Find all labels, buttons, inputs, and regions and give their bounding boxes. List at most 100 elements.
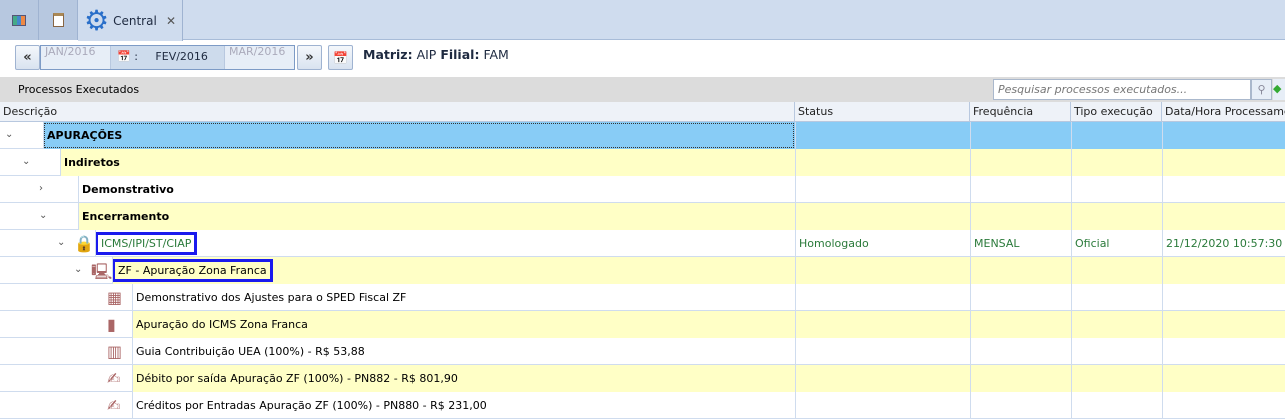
row-label: Guia Contribuição UEA (100%) - R$ 53,88 xyxy=(136,345,365,358)
period-selector[interactable]: JAN/2016 📅 : FEV/2016 MAR/2016 xyxy=(40,45,295,70)
cell-freq xyxy=(970,257,1071,284)
period-current-label: FEV/2016 xyxy=(155,50,208,63)
row-description[interactable]: ZF - Apuração Zona Franca xyxy=(112,257,795,284)
cell-tipo: Oficial xyxy=(1071,230,1162,257)
grid-icon xyxy=(12,14,26,26)
cell-tipo xyxy=(1071,284,1162,311)
table-row[interactable]: ⌄ 🖳 ZF - Apuração Zona Franca xyxy=(0,257,1285,284)
chevron-down-icon[interactable]: ⌄ xyxy=(22,156,30,167)
row-description[interactable]: ICMS/IPI/ST/CIAP xyxy=(95,230,795,257)
cell-data xyxy=(1162,284,1285,311)
panel-header: Processos Executados Pesquisar processos… xyxy=(0,77,1285,102)
toolbar: « JAN/2016 📅 : FEV/2016 MAR/2016 » 📅 Mat… xyxy=(0,41,1285,76)
cell-tipo xyxy=(1071,257,1162,284)
search-icon[interactable]: ⚲ xyxy=(1251,79,1272,100)
cell-data xyxy=(1162,257,1285,284)
chevron-down-icon[interactable]: ⌄ xyxy=(39,210,47,221)
row-description[interactable]: Demonstrativo xyxy=(78,176,795,203)
cell-freq xyxy=(970,392,1071,419)
table-row[interactable]: › Demonstrativo xyxy=(0,176,1285,203)
cell-data xyxy=(1162,311,1285,338)
cell-tipo xyxy=(1071,122,1162,149)
row-label: Demonstrativo dos Ajustes para o SPED Fi… xyxy=(136,291,407,304)
col-data[interactable]: Data/Hora Processamento xyxy=(1162,102,1285,122)
table-row[interactable]: ▥ Guia Contribuição UEA (100%) - R$ 53,88 xyxy=(0,338,1285,365)
period-next[interactable]: MAR/2016 xyxy=(225,46,295,69)
calendar-button[interactable]: 📅 xyxy=(328,45,353,70)
cell-status xyxy=(795,122,970,149)
cell-freq xyxy=(970,338,1071,365)
chevron-down-icon[interactable]: ⌄ xyxy=(57,237,65,248)
row-label: Encerramento xyxy=(82,210,170,223)
chevron-down-icon[interactable]: ⌄ xyxy=(74,264,82,275)
cell-status xyxy=(795,176,970,203)
panel-title: Processos Executados xyxy=(18,83,140,96)
calendar-icon: 📅 xyxy=(117,50,131,63)
matriz-label: Matriz: xyxy=(363,47,413,62)
row-label: APURAÇÕES xyxy=(47,129,123,142)
row-label: Apuração do ICMS Zona Franca xyxy=(136,318,308,331)
cell-tipo xyxy=(1071,149,1162,176)
cell-status: Homologado xyxy=(795,230,970,257)
cell-data xyxy=(1162,365,1285,392)
table-row[interactable]: ✍ Créditos por Entradas Apuração ZF (100%… xyxy=(0,392,1285,419)
search-input[interactable]: Pesquisar processos executados... xyxy=(993,79,1251,100)
period-prev[interactable]: JAN/2016 xyxy=(41,46,111,69)
cell-data xyxy=(1162,203,1285,230)
cell-tipo xyxy=(1071,392,1162,419)
cell-data: 21/12/2020 10:57:30 xyxy=(1162,230,1285,257)
matriz-value: AIP xyxy=(416,47,437,62)
table-row[interactable]: ⌄ APURAÇÕES xyxy=(0,122,1285,149)
cell-freq: MENSAL xyxy=(970,230,1071,257)
signature-icon: ✍ xyxy=(107,396,121,415)
cell-status xyxy=(795,311,970,338)
row-label: Créditos por Entradas Apuração ZF (100%)… xyxy=(136,399,487,412)
cell-tipo xyxy=(1071,176,1162,203)
row-description[interactable]: Encerramento xyxy=(78,203,795,230)
col-status[interactable]: Status xyxy=(795,102,970,122)
cell-data xyxy=(1162,392,1285,419)
table-row[interactable]: ▦ Demonstrativo dos Ajustes para o SPED F… xyxy=(0,284,1285,311)
cell-freq xyxy=(970,311,1071,338)
col-frequencia[interactable]: Frequência xyxy=(970,102,1071,122)
col-tipo[interactable]: Tipo execução xyxy=(1071,102,1162,122)
chevron-down-icon[interactable]: ⌄ xyxy=(5,129,13,140)
cell-status xyxy=(795,365,970,392)
cell-status xyxy=(795,149,970,176)
cell-status xyxy=(795,284,970,311)
prev-period-button[interactable]: « xyxy=(15,45,40,70)
row-description[interactable]: Indiretos xyxy=(60,149,795,176)
gear-icon: ⚙ xyxy=(84,3,110,37)
table-row[interactable]: ✍ Débito por saída Apuração ZF (100%) - P… xyxy=(0,365,1285,392)
cell-freq xyxy=(970,176,1071,203)
row-description[interactable]: Guia Contribuição UEA (100%) - R$ 53,88 xyxy=(132,338,795,365)
table-row[interactable]: ⌄ Indiretos xyxy=(0,149,1285,176)
cell-data xyxy=(1162,122,1285,149)
tab-tasks[interactable] xyxy=(39,0,78,40)
cell-status xyxy=(795,338,970,365)
period-current[interactable]: 📅 : FEV/2016 xyxy=(111,46,225,69)
clear-filter-icon[interactable]: ◆ xyxy=(1273,79,1285,100)
table-row[interactable]: ⌄ 🔒 ICMS/IPI/ST/CIAP Homologado MENSAL Oficia… xyxy=(0,230,1285,257)
close-icon[interactable]: ✕ xyxy=(166,14,176,28)
chevron-right-icon[interactable]: › xyxy=(39,183,43,194)
row-description[interactable]: Apuração do ICMS Zona Franca xyxy=(132,311,795,338)
company-info: Matriz: AIP Filial: FAM xyxy=(363,47,509,62)
cell-freq xyxy=(970,284,1071,311)
table-row[interactable]: ⌄ Encerramento xyxy=(0,203,1285,230)
tab-central[interactable]: ⚙ Central ✕ xyxy=(78,0,183,41)
row-description[interactable]: APURAÇÕES xyxy=(43,122,795,149)
col-descricao[interactable]: Descrição xyxy=(0,102,795,122)
tab-dashboard[interactable] xyxy=(0,0,39,40)
row-description[interactable]: Créditos por Entradas Apuração ZF (100%)… xyxy=(132,392,795,419)
tab-bar: ⚙ Central ✕ xyxy=(0,0,1285,41)
row-description[interactable]: Demonstrativo dos Ajustes para o SPED Fi… xyxy=(132,284,795,311)
filial-label: Filial: xyxy=(440,47,480,62)
row-description[interactable]: Débito por saída Apuração ZF (100%) - PN… xyxy=(132,365,795,392)
row-label: Débito por saída Apuração ZF (100%) - PN… xyxy=(136,372,458,385)
cell-data xyxy=(1162,176,1285,203)
row-label: Demonstrativo xyxy=(82,183,174,196)
cell-status xyxy=(795,257,970,284)
next-period-button[interactable]: » xyxy=(297,45,322,70)
table-row[interactable]: ▮ Apuração do ICMS Zona Franca xyxy=(0,311,1285,338)
